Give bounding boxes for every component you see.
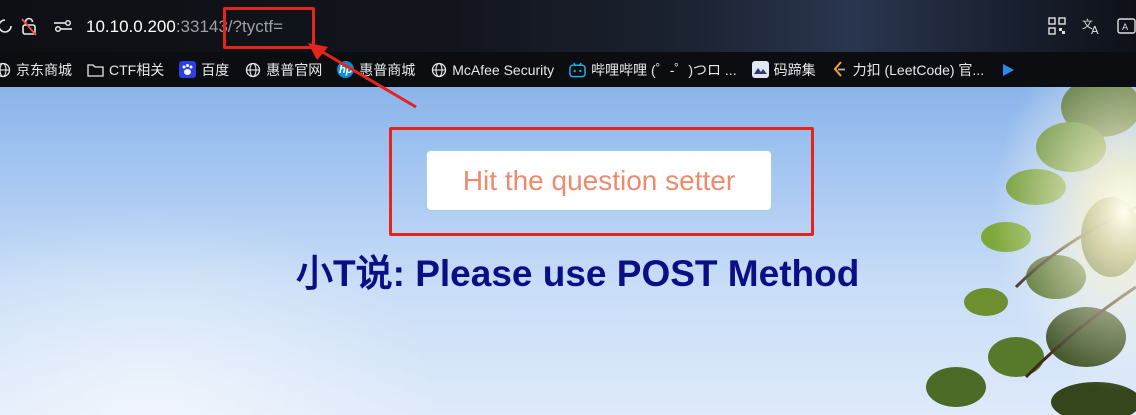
leetcode-icon — [831, 61, 848, 78]
qr-code-icon[interactable] — [1046, 15, 1068, 37]
bookmark-matiji[interactable]: 码蹄集 — [751, 60, 816, 80]
bookmarks-bar: 京东商城 CTF相关 百度 惠普官网 hp 惠普商城 McAfee Securi… — [0, 52, 1136, 87]
play-icon — [999, 61, 1016, 78]
reload-icon[interactable] — [0, 15, 16, 37]
bookmark-label: McAfee Security — [452, 61, 555, 78]
bookmark-jd[interactable]: 京东商城 — [0, 60, 72, 80]
bookmark-label: 百度 — [201, 61, 230, 78]
bilibili-icon — [569, 61, 586, 78]
svg-text:A: A — [1091, 24, 1099, 35]
baidu-icon — [179, 61, 197, 78]
insecure-lock-icon[interactable] — [18, 15, 40, 37]
bookmark-baidu[interactable]: 百度 — [179, 60, 229, 80]
bookmark-overflow[interactable] — [999, 61, 1021, 78]
page-headline: 小T说: Please use POST Method — [296, 253, 860, 294]
globe-icon — [244, 61, 261, 78]
address-bar: 10.10.0.200:33143/?tyctf= 文 A A — [0, 0, 1136, 52]
bookmark-label: 哔哩哔哩 (゜-゜)つロ ... — [591, 61, 737, 78]
button-highlight-box — [389, 127, 814, 236]
bookmark-label: 码蹄集 — [773, 61, 816, 78]
translate-icon[interactable]: 文 A — [1081, 15, 1103, 37]
matiji-icon — [751, 61, 769, 78]
svg-text:A: A — [1122, 23, 1129, 33]
globe-icon — [0, 61, 11, 78]
bookmark-label: 力扣 (LeetCode) 官... — [852, 61, 985, 78]
bookmark-label: 京东商城 — [16, 61, 72, 78]
folder-icon — [87, 61, 104, 78]
reader-mode-icon[interactable]: A — [1116, 15, 1136, 37]
tree-foliage-icon — [896, 87, 1136, 415]
bookmark-label: CTF相关 — [109, 61, 165, 78]
bookmark-mcafee[interactable]: McAfee Security — [430, 61, 554, 78]
site-settings-icon[interactable] — [52, 15, 74, 37]
annotation-arrow-icon — [308, 43, 417, 109]
url-host: 10.10.0.200 — [86, 17, 176, 36]
bookmark-bilibili[interactable]: 哔哩哔哩 (゜-゜)つロ ... — [569, 60, 737, 80]
bookmark-folder-ctf[interactable]: CTF相关 — [87, 60, 164, 80]
bookmark-leetcode[interactable]: 力扣 (LeetCode) 官... — [831, 60, 985, 80]
